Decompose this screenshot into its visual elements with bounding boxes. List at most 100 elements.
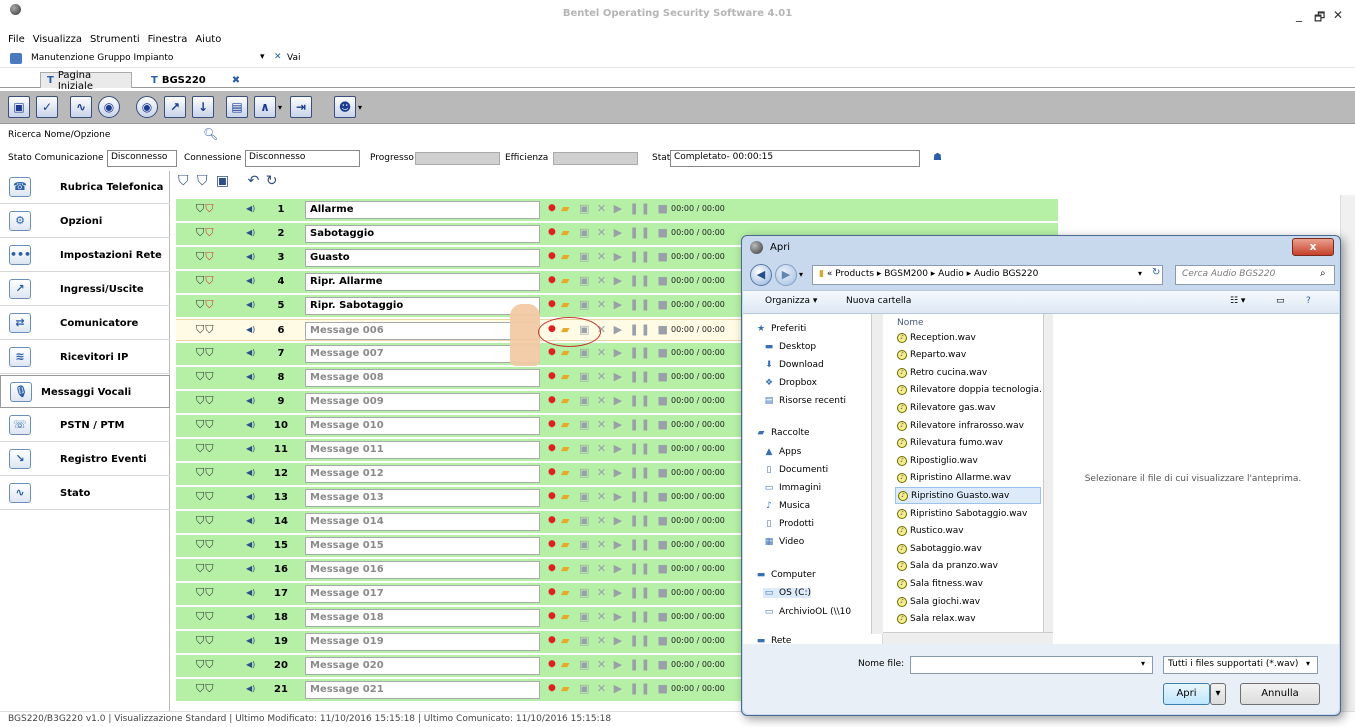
message-name-field[interactable]: Message 009: [305, 393, 540, 411]
open-folder-icon[interactable]: ▰: [561, 346, 569, 359]
shield-icons[interactable]: ⛉⛉: [196, 490, 215, 504]
message-name-field[interactable]: Message 010: [305, 417, 540, 435]
speaker-icon[interactable]: ◀): [246, 396, 255, 405]
record-icon[interactable]: ●: [548, 587, 556, 597]
open-folder-icon[interactable]: ▰: [561, 226, 569, 239]
playback-controls[interactable]: ▣ ✕ ▶ ❚❚ ■: [579, 658, 670, 671]
speaker-icon[interactable]: ◀): [246, 684, 255, 693]
shield-icons[interactable]: ⛉⛉: [196, 442, 215, 456]
speaker-icon[interactable]: ◀): [246, 492, 255, 501]
open-folder-icon[interactable]: ▰: [561, 682, 569, 695]
search-icon[interactable]: ⌕: [1320, 268, 1326, 279]
speaker-icon[interactable]: ◀): [246, 348, 255, 357]
menu-finestra[interactable]: Finestra: [148, 34, 188, 45]
menu-aiuto[interactable]: Aiuto: [195, 34, 221, 45]
playback-controls[interactable]: ▣ ✕ ▶ ❚❚ ■: [579, 346, 670, 359]
record-icon[interactable]: ●: [548, 539, 556, 549]
file-item[interactable]: ♪ Ripristino Sabotaggio.wav: [895, 505, 1041, 522]
message-name-field[interactable]: Message 015: [305, 537, 540, 555]
open-folder-icon[interactable]: ▰: [561, 202, 569, 215]
help-icon[interactable]: ?: [1306, 296, 1311, 306]
speaker-icon[interactable]: ◀): [246, 588, 255, 597]
chart-tool-icon[interactable]: ∿: [70, 96, 92, 118]
shield-export-icon[interactable]: ⛉: [197, 173, 208, 189]
shield-icons[interactable]: ⛉⛉: [196, 538, 215, 552]
export-tool-icon[interactable]: ↗: [164, 96, 186, 118]
open-folder-icon[interactable]: ▰: [561, 394, 569, 407]
cancel-button[interactable]: Annulla: [1240, 683, 1320, 705]
shield-icons[interactable]: ⛉⛉: [196, 610, 215, 624]
shield-icons[interactable]: ⛉⛉: [196, 394, 215, 408]
search-icon[interactable]: 🔍︎: [203, 127, 218, 141]
shield-icons[interactable]: ⛉⛉: [196, 202, 215, 216]
record-icon[interactable]: ●: [548, 419, 556, 429]
playback-controls[interactable]: ▣ ✕ ▶ ❚❚ ■: [579, 514, 670, 527]
open-folder-icon[interactable]: ▰: [561, 634, 569, 647]
record-icon[interactable]: ●: [548, 275, 556, 285]
address-dropdown-icon[interactable]: ▾: [260, 52, 265, 62]
playback-controls[interactable]: ▣ ✕ ▶ ❚❚ ■: [579, 250, 670, 263]
playback-controls[interactable]: ▣ ✕ ▶ ❚❚ ■: [579, 226, 670, 239]
shield-icons[interactable]: ⛉⛉: [196, 418, 215, 432]
wave-dropdown-icon[interactable]: ▾: [278, 103, 282, 112]
refresh-path-icon[interactable]: ↻: [1152, 267, 1160, 278]
file-item[interactable]: ♪ Sala fitness.wav: [895, 575, 1041, 592]
open-folder-icon[interactable]: ▰: [561, 418, 569, 431]
speaker-icon[interactable]: ◀): [246, 612, 255, 621]
record-icon[interactable]: ●: [548, 683, 556, 693]
sidebar-item-ricevitori[interactable]: ≋ Ricevitori IP: [0, 341, 170, 374]
tree-item[interactable]: ▰ Raccolte: [755, 428, 810, 438]
refresh-icon[interactable]: ↻: [266, 173, 278, 189]
playback-controls[interactable]: ▣ ✕ ▶ ❚❚ ■: [579, 298, 670, 311]
menu-visualizza[interactable]: Visualizza: [33, 34, 82, 45]
tree-item[interactable]: ▬ Desktop: [763, 342, 816, 352]
history-dropdown-icon[interactable]: ▾: [799, 270, 803, 279]
speaker-icon[interactable]: ◀): [246, 372, 255, 381]
file-item[interactable]: ♪ Sabotaggio.wav: [895, 540, 1041, 557]
record-icon[interactable]: ●: [548, 467, 556, 477]
speaker-icon[interactable]: ◀): [246, 252, 255, 261]
tab-bgs220[interactable]: T BGS220 ✖: [145, 72, 240, 88]
sidebar-item-ingressi[interactable]: ↗ Ingressi/Uscite: [0, 273, 170, 306]
file-item[interactable]: ♪ Ripristino Allarme.wav: [895, 470, 1041, 487]
file-item[interactable]: ♪Rilevatore doppia tecnologia.wav: [895, 382, 1041, 399]
user-dropdown-icon[interactable]: ▾: [358, 103, 362, 112]
tree-item[interactable]: ★ Preferiti: [755, 324, 806, 334]
open-folder-icon[interactable]: ▰: [561, 298, 569, 311]
playback-controls[interactable]: ▣ ✕ ▶ ❚❚ ■: [579, 682, 670, 695]
file-type-select[interactable]: Tutti i files supportati (*.wav): [1163, 656, 1318, 674]
tree-item[interactable]: ▭ ArchivioOL (\\10: [763, 607, 851, 617]
tree-item[interactable]: ▲ Apps: [763, 447, 802, 457]
message-name-field[interactable]: Guasto: [305, 249, 540, 267]
shield-icons[interactable]: ⛉⛉: [196, 298, 215, 312]
playback-controls[interactable]: ▣ ✕ ▶ ❚❚ ■: [579, 274, 670, 287]
speaker-icon[interactable]: ◀): [246, 516, 255, 525]
speaker-icon[interactable]: ◀): [246, 300, 255, 309]
tab-home[interactable]: T Pagina Iniziale: [40, 70, 132, 92]
speaker-icon[interactable]: ◀): [246, 325, 255, 334]
message-name-field[interactable]: Message 020: [305, 657, 540, 675]
shield-icons[interactable]: ⛉⛉: [196, 370, 215, 384]
transfer-tool-icon[interactable]: ⇥: [290, 96, 312, 118]
sidebar-item-pstn[interactable]: ☏ PSTN / PTM: [0, 409, 170, 442]
file-item[interactable]: ♪ Sala relax.wav: [895, 611, 1041, 628]
playback-controls[interactable]: ▣ ✕ ▶ ❚❚ ■: [579, 490, 670, 503]
record-icon[interactable]: ●: [548, 251, 556, 261]
message-name-field[interactable]: Message 021: [305, 681, 540, 699]
sidebar-item-comunicatore[interactable]: ⇄ Comunicatore: [0, 307, 170, 340]
sidebar-item-registro[interactable]: ↘ Registro Eventi: [0, 443, 170, 476]
open-folder-icon[interactable]: ▰: [561, 586, 569, 599]
tree-item[interactable]: ▯ Prodotti: [763, 519, 815, 529]
playback-controls[interactable]: ▣ ✕ ▶ ❚❚ ■: [579, 634, 670, 647]
check-tool-icon[interactable]: ✓: [36, 96, 58, 118]
sidebar-item-rete[interactable]: ••• Impostazioni Rete: [0, 239, 170, 272]
message-name-field[interactable]: Message 008: [305, 369, 540, 387]
open-folder-icon[interactable]: ▰: [561, 658, 569, 671]
playback-controls[interactable]: ▣ ✕ ▶ ❚❚ ■: [579, 586, 670, 599]
open-folder-icon[interactable]: ▰: [561, 490, 569, 503]
search-input[interactable]: Cerca Audio BGS220: [1175, 265, 1335, 285]
playback-controls[interactable]: ▣ ✕ ▶ ❚❚ ■: [579, 202, 670, 215]
message-name-field[interactable]: Message 011: [305, 441, 540, 459]
open-folder-icon[interactable]: ▰: [561, 514, 569, 527]
undo-icon[interactable]: ↶: [248, 173, 260, 189]
